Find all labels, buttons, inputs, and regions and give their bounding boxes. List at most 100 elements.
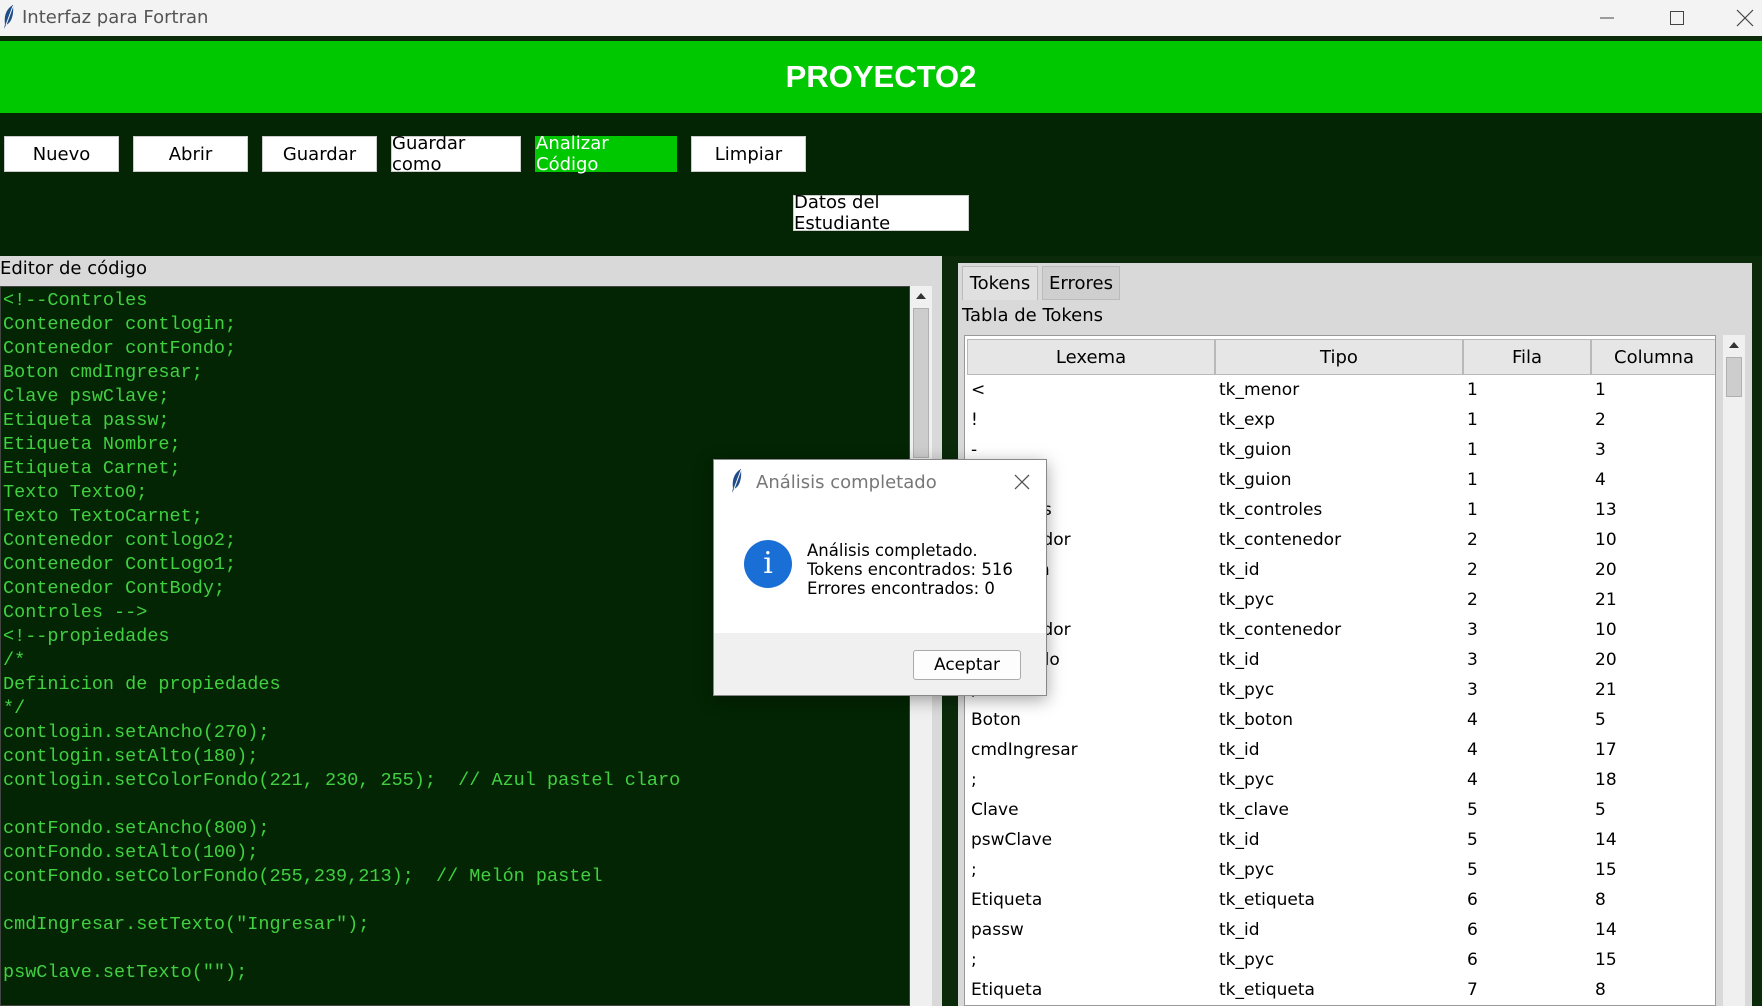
- scroll-thumb[interactable]: [1726, 357, 1742, 397]
- tipo-cell: tk_etiqueta: [1219, 980, 1315, 1000]
- feather-icon: [732, 469, 742, 493]
- columna-cell: 2: [1595, 410, 1606, 430]
- tokens-table-label: Tabla de Tokens: [962, 305, 1104, 326]
- columna-cell: 15: [1595, 860, 1617, 880]
- table-row[interactable]: ! tk_exp 1 2: [965, 406, 1715, 436]
- table-row[interactable]: contFondotk_id320: [965, 646, 1715, 676]
- fila-cell: 3: [1467, 650, 1478, 670]
- app-header: PROYECTO2: [0, 41, 1762, 113]
- results-panel: Tokens Errores Tabla de Tokens Lexema Ti…: [958, 263, 1752, 1006]
- tipo-cell: tk_id: [1219, 650, 1260, 670]
- minimize-button[interactable]: [1577, 0, 1637, 36]
- columna-cell: 18: [1595, 770, 1617, 790]
- fila-cell: 2: [1467, 530, 1478, 550]
- columna-cell: 14: [1595, 830, 1617, 850]
- columna-cell: 21: [1595, 590, 1617, 610]
- guardar-button[interactable]: Guardar: [262, 136, 377, 172]
- columna-cell: 20: [1595, 650, 1617, 670]
- columna-cell: 10: [1595, 530, 1617, 550]
- limpiar-button[interactable]: Limpiar: [691, 136, 806, 172]
- tab-tokens[interactable]: Tokens: [962, 266, 1038, 300]
- column-header-fila[interactable]: Fila: [1463, 339, 1591, 375]
- fila-cell: 7: [1467, 980, 1478, 1000]
- lexema-cell: !: [971, 410, 978, 430]
- table-row[interactable]: Contenedortk_contenedor210: [965, 526, 1715, 556]
- lexema-cell: cmdIngresar: [971, 740, 1078, 760]
- maximize-button[interactable]: [1647, 0, 1707, 36]
- table-row[interactable]: cmdIngresar tk_id 4 17: [965, 736, 1715, 766]
- table-row[interactable]: - tk_guion 1 3: [965, 436, 1715, 466]
- aceptar-button[interactable]: Aceptar: [913, 650, 1021, 680]
- fila-cell: 2: [1467, 560, 1478, 580]
- abrir-button[interactable]: Abrir: [133, 136, 248, 172]
- fila-cell: 5: [1467, 860, 1478, 880]
- table-row[interactable]: Controlestk_controles113: [965, 496, 1715, 526]
- code-line: Contenedor contlogin;: [3, 314, 237, 335]
- fila-cell: 6: [1467, 890, 1478, 910]
- code-line: contlogin.setAncho(270);: [3, 722, 270, 743]
- table-row[interactable]: Clave tk_clave 5 5: [965, 796, 1715, 826]
- maximize-icon: [1670, 11, 1684, 25]
- code-line: contlogin.setColorFondo(221, 230, 255); …: [3, 770, 681, 791]
- scroll-up-icon: [1729, 342, 1739, 348]
- lexema-cell: Boton: [971, 710, 1021, 730]
- columna-cell: 8: [1595, 980, 1606, 1000]
- dialog-close-button[interactable]: [1011, 471, 1033, 493]
- fila-cell: 4: [1467, 710, 1478, 730]
- fila-cell: 5: [1467, 800, 1478, 820]
- lexema-cell: -: [971, 440, 978, 460]
- guardar-como-button[interactable]: Guardar como: [391, 133, 521, 175]
- tipo-cell: tk_etiqueta: [1219, 890, 1315, 910]
- table-scrollbar[interactable]: [1723, 335, 1745, 1006]
- table-row[interactable]: < tk_menor 1 1: [965, 376, 1715, 406]
- close-window-button[interactable]: [1715, 0, 1762, 36]
- table-row[interactable]: contlogintk_id220: [965, 556, 1715, 586]
- code-line: Controles -->: [3, 602, 148, 623]
- nuevo-button[interactable]: Nuevo: [4, 136, 119, 172]
- code-line: contFondo.setColorFondo(255,239,213); //…: [3, 866, 603, 887]
- table-row[interactable]: Boton tk_boton 4 5: [965, 706, 1715, 736]
- tipo-cell: tk_controles: [1219, 500, 1323, 520]
- table-row[interactable]: Etiqueta tk_etiqueta 7 8: [965, 976, 1715, 1005]
- code-line: Etiqueta passw;: [3, 410, 170, 431]
- columna-cell: 5: [1595, 800, 1606, 820]
- columna-cell: 14: [1595, 920, 1617, 940]
- table-row[interactable]: ;tk_pyc321: [965, 676, 1715, 706]
- columna-cell: 5: [1595, 710, 1606, 730]
- tipo-cell: tk_contenedor: [1219, 530, 1342, 550]
- fila-cell: 6: [1467, 950, 1478, 970]
- code-line: Contenedor ContLogo1;: [3, 554, 237, 575]
- scroll-thumb[interactable]: [913, 308, 929, 458]
- code-line: Clave pswClave;: [3, 386, 170, 407]
- tipo-cell: tk_pyc: [1219, 860, 1275, 880]
- tokens-table: Lexema Tipo Fila Columna < tk_menor 1 1! tk_…: [964, 335, 1716, 1006]
- table-row[interactable]: ; tk_pyc 6 15: [965, 946, 1715, 976]
- close-icon: [1014, 474, 1030, 490]
- dialog-message-line: Errores encontrados: 0: [807, 579, 995, 598]
- table-row[interactable]: passw tk_id 6 14: [965, 916, 1715, 946]
- column-header-lexema[interactable]: Lexema: [967, 339, 1215, 375]
- tipo-cell: tk_menor: [1219, 380, 1300, 400]
- window-title: Interfaz para Fortran: [22, 7, 209, 28]
- analizar-codigo-button[interactable]: Analizar Código: [535, 133, 677, 175]
- tipo-cell: tk_pyc: [1219, 950, 1275, 970]
- table-row[interactable]: Contenedortk_contenedor310: [965, 616, 1715, 646]
- column-header-columna[interactable]: Columna: [1591, 339, 1715, 375]
- code-line: Boton cmdIngresar;: [3, 362, 203, 383]
- table-row[interactable]: ;tk_pyc221: [965, 586, 1715, 616]
- lexema-cell: ;: [971, 950, 977, 970]
- table-row[interactable]: -tk_guion14: [965, 466, 1715, 496]
- columna-cell: 8: [1595, 890, 1606, 910]
- code-line: Texto TextoCarnet;: [3, 506, 203, 527]
- table-row[interactable]: ; tk_pyc 5 15: [965, 856, 1715, 886]
- tab-errores[interactable]: Errores: [1042, 266, 1120, 300]
- tipo-cell: tk_pyc: [1219, 590, 1275, 610]
- table-row[interactable]: pswClave tk_id 5 14: [965, 826, 1715, 856]
- table-row[interactable]: ; tk_pyc 4 18: [965, 766, 1715, 796]
- code-line: cmdIngresar.setTexto("Ingresar");: [3, 914, 370, 935]
- column-header-tipo[interactable]: Tipo: [1215, 339, 1463, 375]
- tipo-cell: tk_guion: [1219, 470, 1292, 490]
- datos-estudiante-button[interactable]: Datos del Estudiante: [793, 192, 969, 234]
- code-line: Texto Texto0;: [3, 482, 148, 503]
- table-row[interactable]: Etiqueta tk_etiqueta 6 8: [965, 886, 1715, 916]
